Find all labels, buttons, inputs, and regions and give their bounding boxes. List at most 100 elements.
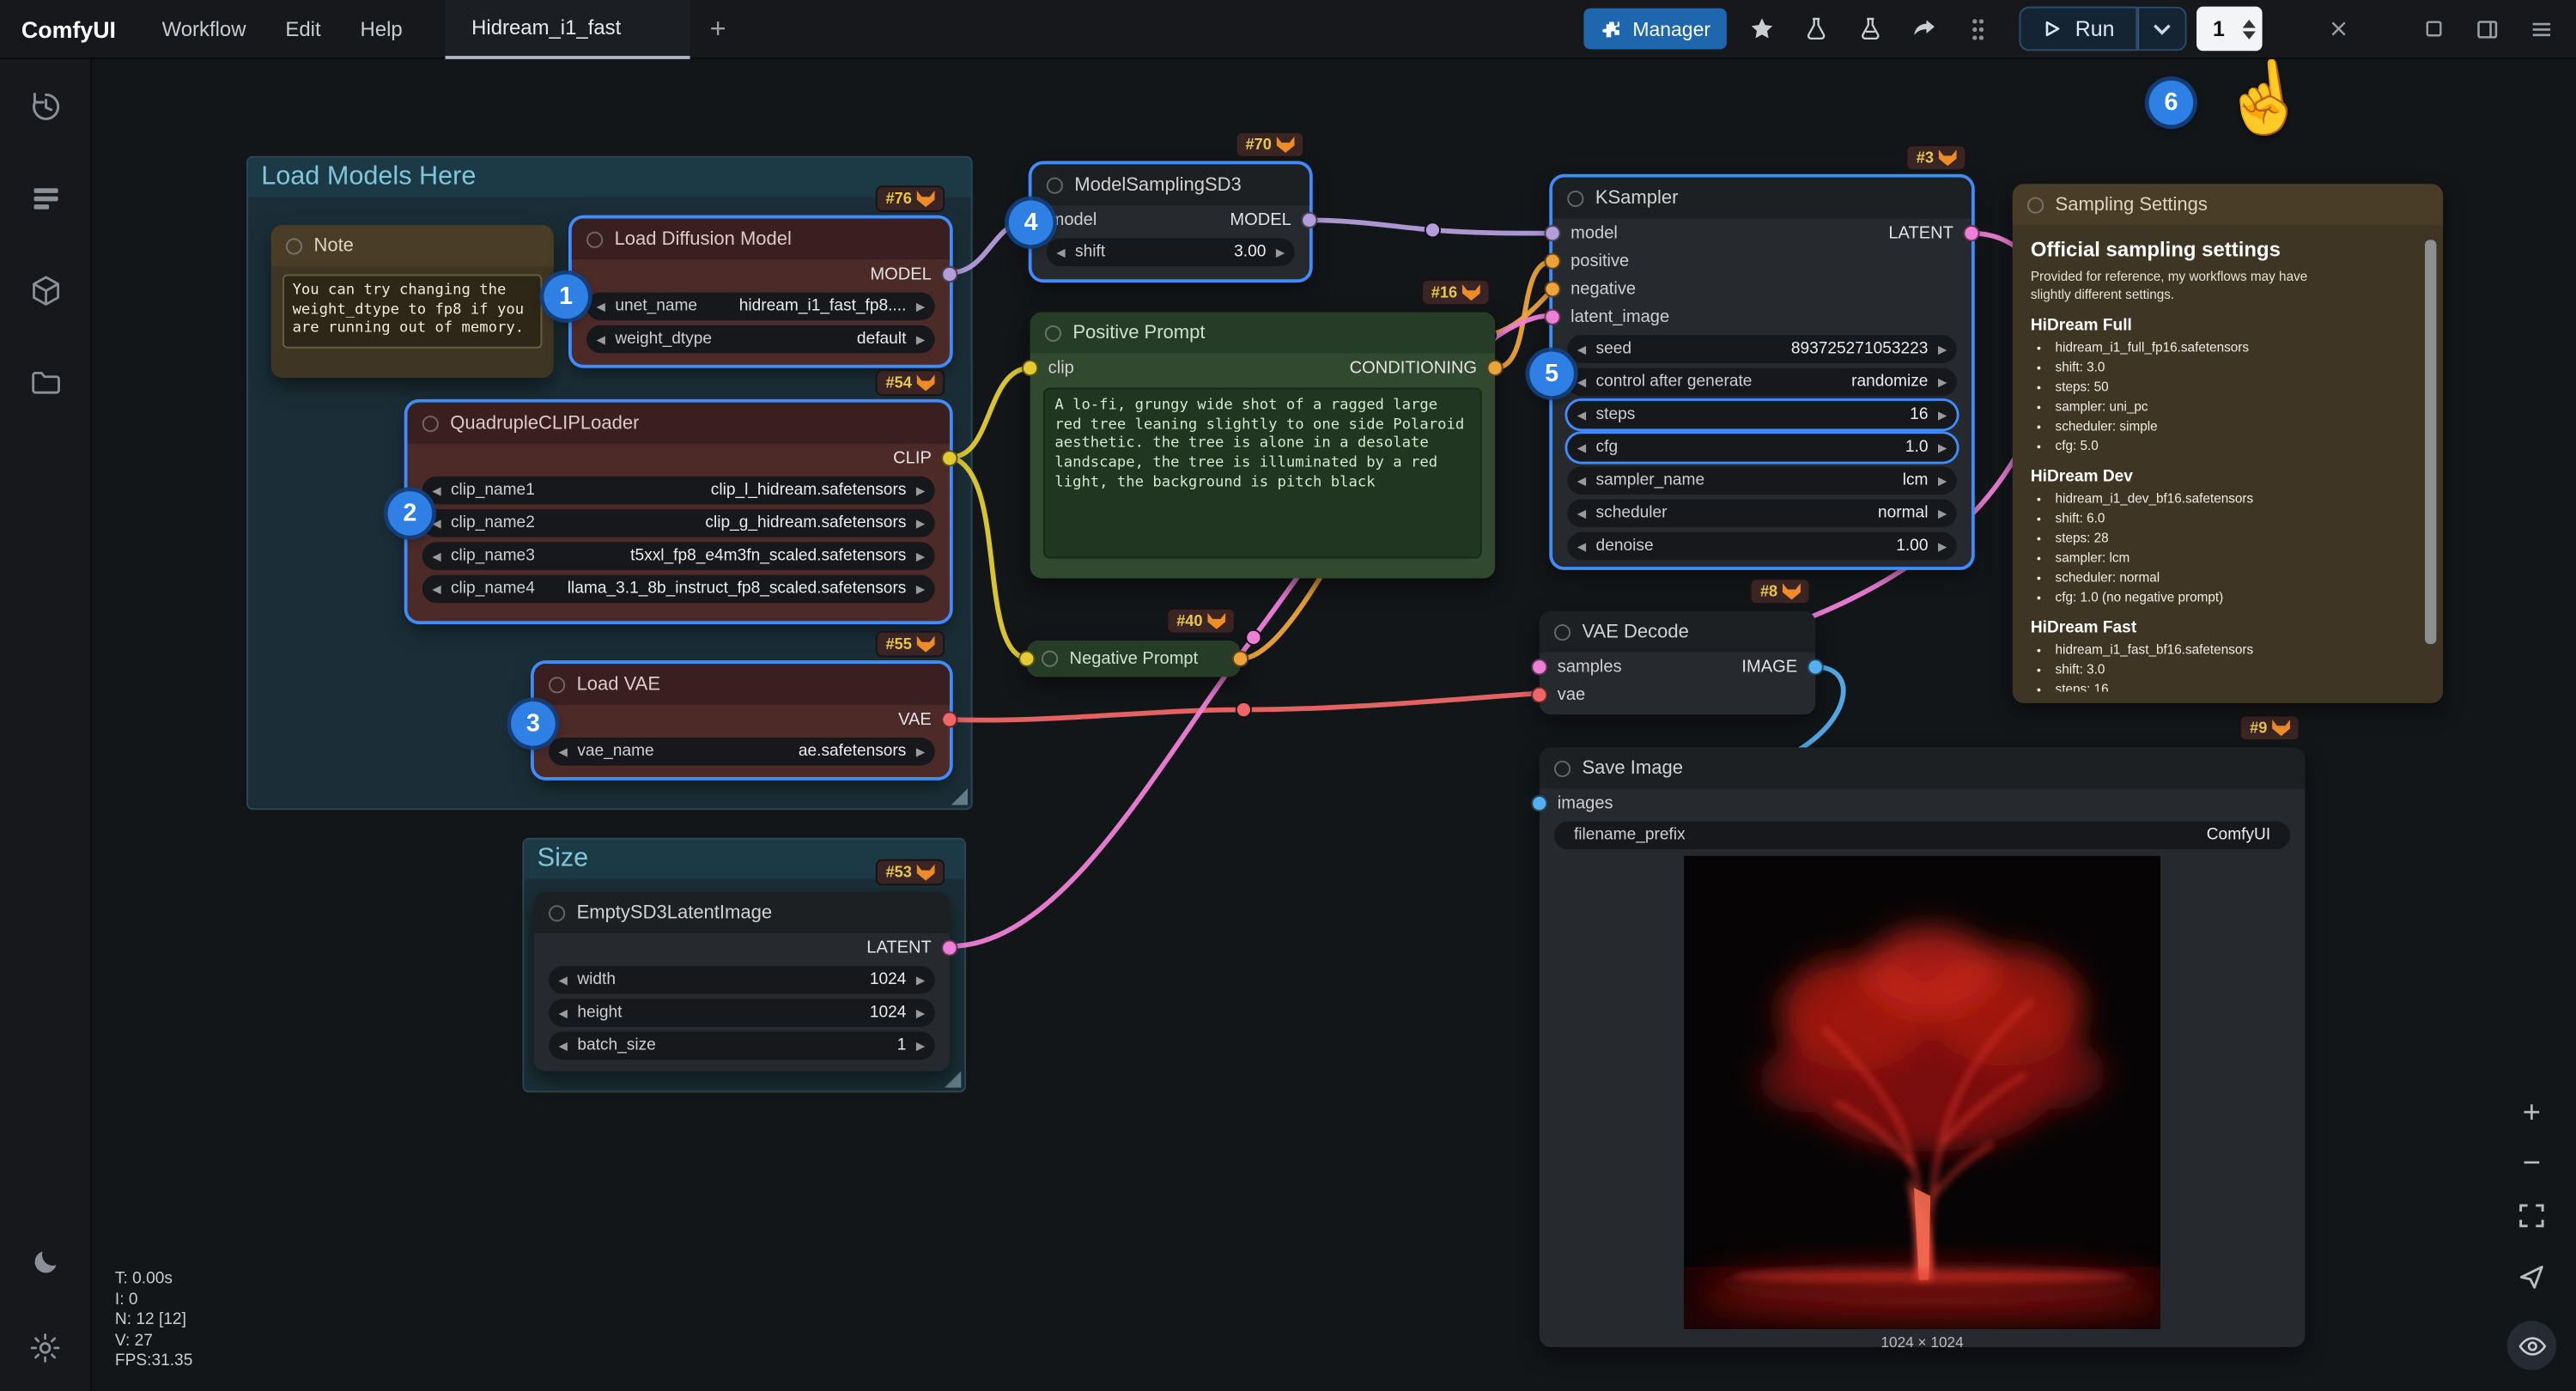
node-titlebar[interactable]: KSampler bbox=[1552, 178, 1971, 219]
reroute-dot-model[interactable] bbox=[1425, 222, 1440, 237]
node-negative-prompt[interactable]: #40 Negative Prompt bbox=[1027, 641, 1241, 677]
collapse-dot[interactable] bbox=[2027, 197, 2044, 213]
node-positive-prompt[interactable]: #16 Positive Prompt clip CONDITIONING A … bbox=[1030, 313, 1495, 579]
node-titlebar[interactable]: Save Image bbox=[1540, 748, 2306, 789]
node-titlebar[interactable]: VAE Decode bbox=[1540, 611, 1815, 653]
widget-clip-name4[interactable]: clip_name4 llama_3.1_8b_instruct_fp8_sca… bbox=[422, 575, 935, 604]
toolbar-drag-handle[interactable] bbox=[1959, 9, 1998, 49]
reroute-dot-vae[interactable] bbox=[1236, 702, 1251, 717]
output-pin-vae[interactable] bbox=[941, 711, 957, 727]
run-options-button[interactable] bbox=[2137, 7, 2186, 52]
node-titlebar[interactable]: Sampling Settings bbox=[2013, 184, 2443, 225]
workflow-tab[interactable]: Hidream_i1_fast bbox=[446, 0, 690, 58]
fit-view-button[interactable] bbox=[2515, 1200, 2548, 1241]
input-pin-vae[interactable] bbox=[1531, 687, 1547, 703]
share-button[interactable] bbox=[1905, 9, 1944, 49]
input-pin-positive[interactable] bbox=[1545, 253, 1561, 270]
output-pin-latent[interactable] bbox=[1963, 225, 1979, 241]
widget-control-after-generate[interactable]: control after generate randomize bbox=[1567, 368, 1956, 397]
collapse-dot[interactable] bbox=[1554, 760, 1571, 776]
reroute-dot-latent[interactable] bbox=[1246, 630, 1261, 645]
prompt-textarea[interactable]: A lo-fi, grungy wide shot of a ragged la… bbox=[1043, 388, 1482, 559]
widget-shift[interactable]: shift 3.00 bbox=[1047, 238, 1295, 266]
pan-mode-button[interactable] bbox=[2515, 1260, 2548, 1302]
manager-button[interactable]: Manager bbox=[1583, 9, 1727, 50]
menu-edit[interactable]: Edit bbox=[265, 17, 340, 40]
node-sampling-settings[interactable]: Sampling Settings Official sampling sett… bbox=[2013, 184, 2443, 703]
node-load-diffusion-model[interactable]: #76 Load Diffusion Model MODEL unet_name… bbox=[572, 218, 950, 364]
widget-vae-name[interactable]: vae_name ae.safetensors bbox=[549, 738, 935, 766]
menu-help[interactable]: Help bbox=[341, 17, 422, 40]
node-save-image[interactable]: #9 Save Image images filename_prefix Com… bbox=[1540, 748, 2306, 1347]
input-pin-samples[interactable] bbox=[1531, 659, 1547, 675]
widget-cfg[interactable]: cfg 1.0 bbox=[1567, 434, 1956, 462]
collapse-dot[interactable] bbox=[286, 237, 302, 253]
widget-clip-name1[interactable]: clip_name1 clip_l_hidream.safetensors bbox=[422, 477, 935, 505]
widget-height[interactable]: height 1024 bbox=[549, 999, 935, 1027]
menu-workflow[interactable]: Workflow bbox=[143, 17, 266, 40]
input-pin-latent-image[interactable] bbox=[1545, 309, 1561, 325]
collapse-dot[interactable] bbox=[1554, 623, 1571, 640]
new-workflow-button[interactable]: + bbox=[690, 12, 746, 45]
widget-denoise[interactable]: denoise 1.00 bbox=[1567, 532, 1956, 561]
node-titlebar[interactable]: Note bbox=[271, 225, 554, 266]
node-titlebar[interactable]: EmptySD3LatentImage bbox=[534, 892, 950, 933]
node-titlebar[interactable]: Load VAE bbox=[534, 664, 950, 705]
stepper-arrows[interactable] bbox=[2241, 19, 2263, 39]
input-pin-clip[interactable] bbox=[1018, 651, 1035, 667]
output-pin-clip[interactable] bbox=[941, 450, 957, 466]
collapse-dot[interactable] bbox=[1567, 190, 1583, 206]
output-pin-model[interactable] bbox=[941, 266, 957, 282]
output-pin-model[interactable] bbox=[1301, 212, 1317, 228]
output-pin-conditioning[interactable] bbox=[1232, 651, 1249, 667]
node-model-sampling-sd3[interactable]: #70 ModelSamplingSD3 model MODEL shift 3… bbox=[1032, 164, 1309, 279]
toggle-visibility-button[interactable] bbox=[2507, 1321, 2556, 1370]
run-button[interactable]: Run bbox=[2020, 7, 2137, 52]
collapse-dot[interactable] bbox=[586, 231, 603, 247]
widget-filename-prefix[interactable]: filename_prefix ComfyUI bbox=[1554, 822, 2290, 850]
node-load-vae[interactable]: #55 Load VAE VAE vae_name ae.safetensors bbox=[534, 664, 950, 777]
settings-button[interactable] bbox=[24, 1326, 67, 1369]
main-menu-button[interactable] bbox=[2522, 9, 2561, 49]
widget-batch-size[interactable]: batch_size 1 bbox=[549, 1032, 935, 1060]
theme-toggle-button[interactable] bbox=[24, 1241, 67, 1284]
sidebar-queue-button[interactable] bbox=[24, 178, 67, 221]
input-pin-clip[interactable] bbox=[1022, 360, 1038, 376]
collapse-dot[interactable] bbox=[1042, 651, 1058, 667]
node-titlebar[interactable]: ModelSamplingSD3 bbox=[1032, 164, 1309, 205]
input-pin-negative[interactable] bbox=[1545, 281, 1561, 297]
collapse-dot[interactable] bbox=[549, 676, 565, 692]
node-ksampler[interactable]: #3 KSampler model LATENT positive negati… bbox=[1552, 178, 1971, 567]
beta-features-button[interactable] bbox=[1850, 9, 1890, 49]
sidebar-history-button[interactable] bbox=[24, 85, 67, 128]
collapse-dot[interactable] bbox=[549, 904, 565, 920]
widget-clip-name3[interactable]: clip_name3 t5xxl_fp8_e4m3fn_scaled.safet… bbox=[422, 542, 935, 570]
node-titlebar[interactable]: Negative Prompt bbox=[1027, 641, 1241, 677]
zoom-in-button[interactable]: + bbox=[2523, 1097, 2541, 1128]
input-pin-model[interactable] bbox=[1545, 225, 1561, 241]
experimental-button[interactable] bbox=[1796, 9, 1836, 49]
collapse-dot[interactable] bbox=[1045, 325, 1061, 341]
input-pin-images[interactable] bbox=[1531, 795, 1547, 811]
widget-steps[interactable]: steps 16 bbox=[1567, 401, 1956, 429]
node-vae-decode[interactable]: #8 VAE Decode samples IMAGE vae bbox=[1540, 611, 1815, 715]
widget-clip-name2[interactable]: clip_name2 clip_g_hidream.safetensors bbox=[422, 509, 935, 538]
widget-seed[interactable]: seed 893725271053223 bbox=[1567, 335, 1956, 363]
close-button[interactable] bbox=[2318, 9, 2358, 49]
node-empty-sd3-latent-image[interactable]: #53 EmptySD3LatentImage LATENT width 102… bbox=[534, 892, 950, 1072]
widget-weight-dtype[interactable]: weight_dtype default bbox=[586, 325, 935, 354]
batch-count-stepper[interactable]: 1 bbox=[2196, 7, 2263, 52]
favorites-button[interactable] bbox=[1741, 9, 1781, 49]
output-pin-conditioning[interactable] bbox=[1487, 360, 1504, 376]
note-scrollbar[interactable] bbox=[2425, 240, 2436, 644]
output-pin-image[interactable] bbox=[1807, 659, 1824, 675]
node-titlebar[interactable]: QuadrupleCLIPLoader bbox=[407, 403, 949, 444]
widget-sampler-name[interactable]: sampler_name lcm bbox=[1567, 466, 1956, 495]
sidebar-model-library-button[interactable] bbox=[24, 270, 67, 313]
widget-scheduler[interactable]: scheduler normal bbox=[1567, 500, 1956, 528]
sidebar-workflows-button[interactable] bbox=[24, 361, 67, 404]
toggle-panel-button[interactable] bbox=[2468, 9, 2507, 49]
node-note[interactable]: Note You can try changing the weight_dty… bbox=[271, 225, 554, 378]
node-titlebar[interactable]: Load Diffusion Model bbox=[572, 218, 950, 259]
zoom-out-button[interactable]: − bbox=[2523, 1148, 2541, 1179]
